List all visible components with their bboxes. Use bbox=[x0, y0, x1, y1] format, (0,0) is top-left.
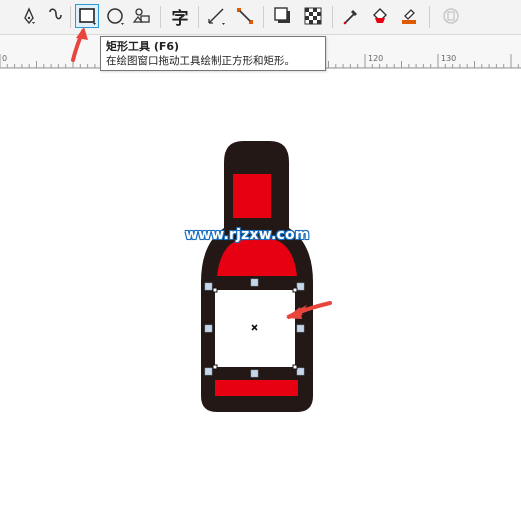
pen-tool-icon[interactable] bbox=[18, 5, 40, 27]
ruler-label-130: 130 bbox=[441, 54, 457, 63]
parallel-dimension-icon[interactable] bbox=[205, 5, 227, 27]
basic-shapes-icon[interactable] bbox=[131, 5, 153, 27]
smart-fill-icon[interactable] bbox=[398, 5, 420, 27]
ruler-label-120: 120 bbox=[368, 54, 384, 63]
drop-shadow-icon[interactable] bbox=[272, 5, 294, 27]
tooltip-title: 矩形工具 (F6) bbox=[106, 40, 180, 53]
ruler-label-0: 0 bbox=[2, 54, 8, 63]
connector-tool-icon[interactable] bbox=[234, 5, 256, 27]
interactive-fill-icon[interactable] bbox=[369, 5, 391, 27]
watermark-text: www.rjzxw.com bbox=[185, 227, 310, 243]
eyedropper-icon[interactable] bbox=[340, 5, 362, 27]
text-tool-icon[interactable]: 字 bbox=[169, 5, 191, 29]
transparency-icon[interactable] bbox=[302, 5, 324, 27]
neck-label bbox=[233, 174, 271, 218]
bottom-band bbox=[215, 380, 298, 396]
disabled-tool-icon bbox=[440, 5, 462, 27]
rectangle-tool-icon[interactable] bbox=[75, 4, 99, 28]
rectangle-tool-tooltip: 矩形工具 (F6) 在绘图窗口拖动工具绘制正方形和矩形。 bbox=[100, 36, 326, 71]
toolbox: 字 bbox=[0, 0, 521, 35]
ellipse-tool-icon[interactable] bbox=[104, 5, 126, 27]
artistic-media-icon[interactable] bbox=[44, 5, 66, 27]
drawing-canvas[interactable]: www.rjzxw.com bbox=[0, 69, 521, 528]
tooltip-description: 在绘图窗口拖动工具绘制正方形和矩形。 bbox=[106, 55, 295, 67]
